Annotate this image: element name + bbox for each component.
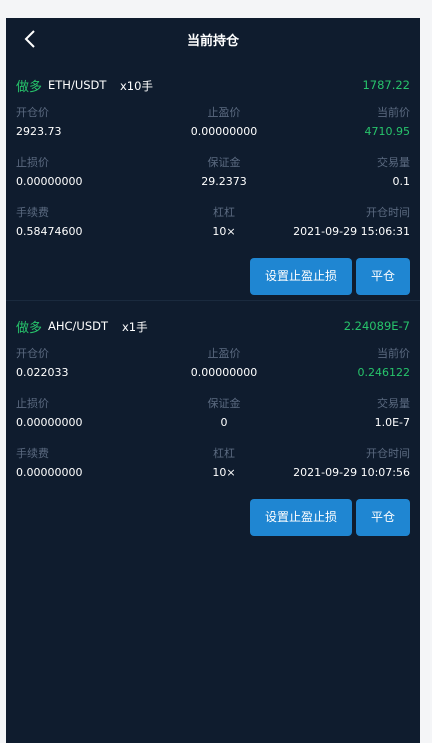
fee-value: 0.00000000: [16, 466, 83, 479]
leverage-value: 10×: [212, 225, 236, 238]
fee-cell: 手续费 0.58474600: [16, 204, 82, 240]
volume-label: 交易量: [377, 397, 410, 410]
close-position-button[interactable]: 平仓: [356, 499, 410, 536]
margin-value: 0: [220, 416, 228, 429]
position-lots: x1手: [122, 320, 148, 334]
margin-cell: 保证金 29.2373: [134, 154, 314, 190]
volume-label: 交易量: [377, 156, 410, 169]
stop-loss-label: 止损价: [16, 156, 49, 169]
leverage-cell: 杠杠 10×: [134, 445, 314, 481]
action-row: 设置止盈止损 平仓: [16, 254, 410, 295]
open-time-label: 开仓时间: [366, 206, 410, 219]
stop-loss-cell: 止损价 0.00000000: [16, 395, 82, 431]
position-lots: x10手: [120, 79, 153, 93]
fee-label: 手续费: [16, 447, 49, 460]
open-time-cell: 开仓时间 2021-09-29 10:07:56: [293, 445, 410, 481]
info-row: 止损价 0.00000000 保证金 0 交易量 1.0E-7: [16, 395, 410, 445]
take-profit-value: 0.00000000: [190, 125, 258, 138]
volume-cell: 交易量 0.1: [377, 154, 410, 190]
set-tp-sl-button[interactable]: 设置止盈止损: [250, 258, 352, 295]
info-row: 手续费 0.00000000 杠杠 10× 开仓时间 2021-09-29 10…: [16, 445, 410, 495]
set-tp-sl-button[interactable]: 设置止盈止损: [250, 499, 352, 536]
margin-cell: 保证金 0: [134, 395, 314, 431]
header-bar: 当前持仓: [6, 18, 420, 60]
take-profit-label: 止盈价: [207, 106, 241, 119]
take-profit-cell: 止盈价 0.00000000: [134, 104, 314, 140]
position-pnl: 1787.22: [362, 78, 410, 92]
open-time-label: 开仓时间: [366, 447, 410, 460]
info-row: 开仓价 2923.73 止盈价 0.00000000 当前价 4710.95: [16, 104, 410, 154]
position-card: 做多 AHC/USDT x1手 2.24089E-7 开仓价 0.022033 …: [6, 301, 420, 544]
volume-value: 1.0E-7: [374, 416, 410, 429]
current-price-value: 4710.95: [364, 125, 411, 138]
fee-cell: 手续费 0.00000000: [16, 445, 82, 481]
margin-label: 保证金: [207, 156, 241, 169]
page-title: 当前持仓: [186, 34, 239, 49]
leverage-value: 10×: [212, 466, 236, 479]
open-price-value: 2923.73: [16, 125, 62, 138]
position-side: 做多: [16, 321, 43, 336]
open-time-value: 2021-09-29 15:06:31: [293, 225, 410, 238]
current-price-value: 0.246122: [357, 366, 411, 379]
close-position-button[interactable]: 平仓: [356, 258, 410, 295]
current-price-label: 当前价: [377, 106, 410, 119]
current-price-label: 当前价: [377, 347, 410, 360]
stop-loss-value: 0.00000000: [16, 416, 83, 429]
position-header: 做多 AHC/USDT x1手 2.24089E-7: [16, 301, 410, 345]
position-card: 做多 ETH/USDT x10手 1787.22 开仓价 2923.73 止盈价…: [6, 60, 420, 301]
open-time-cell: 开仓时间 2021-09-29 15:06:31: [293, 204, 410, 240]
open-price-label: 开仓价: [16, 106, 49, 119]
open-price-value: 0.022033: [16, 366, 69, 379]
stop-loss-label: 止损价: [16, 397, 49, 410]
fee-label: 手续费: [16, 206, 49, 219]
stop-loss-value: 0.00000000: [16, 175, 83, 188]
position-side: 做多: [16, 80, 43, 95]
take-profit-label: 止盈价: [207, 347, 241, 360]
leverage-label: 杠杠: [213, 447, 235, 460]
info-row: 手续费 0.58474600 杠杠 10× 开仓时间 2021-09-29 15…: [16, 204, 410, 254]
margin-label: 保证金: [207, 397, 241, 410]
current-price-cell: 当前价 4710.95: [365, 104, 411, 140]
position-symbol: ETH/USDT: [48, 78, 107, 92]
info-row: 开仓价 0.022033 止盈价 0.00000000 当前价 0.246122: [16, 345, 410, 395]
leverage-label: 杠杠: [213, 206, 235, 219]
take-profit-value: 0.00000000: [190, 366, 258, 379]
position-pnl: 2.24089E-7: [343, 319, 410, 333]
leverage-cell: 杠杠 10×: [134, 204, 314, 240]
position-symbol: AHC/USDT: [48, 319, 109, 333]
open-price-label: 开仓价: [16, 347, 49, 360]
open-price-cell: 开仓价 0.022033: [16, 345, 69, 381]
open-price-cell: 开仓价 2923.73: [16, 104, 62, 140]
fee-value: 0.58474600: [16, 225, 83, 238]
margin-value: 29.2373: [201, 175, 247, 188]
current-price-cell: 当前价 0.246122: [358, 345, 411, 381]
position-header: 做多 ETH/USDT x10手 1787.22: [16, 60, 410, 104]
action-row: 设置止盈止损 平仓: [16, 495, 410, 536]
take-profit-cell: 止盈价 0.00000000: [134, 345, 314, 381]
app-screen: 当前持仓 做多 ETH/USDT x10手 1787.22 开仓价 2923.7…: [6, 18, 420, 743]
volume-value: 0.1: [392, 175, 411, 188]
open-time-value: 2021-09-29 10:07:56: [293, 466, 410, 479]
stop-loss-cell: 止损价 0.00000000: [16, 154, 82, 190]
volume-cell: 交易量 1.0E-7: [375, 395, 410, 431]
info-row: 止损价 0.00000000 保证金 29.2373 交易量 0.1: [16, 154, 410, 204]
